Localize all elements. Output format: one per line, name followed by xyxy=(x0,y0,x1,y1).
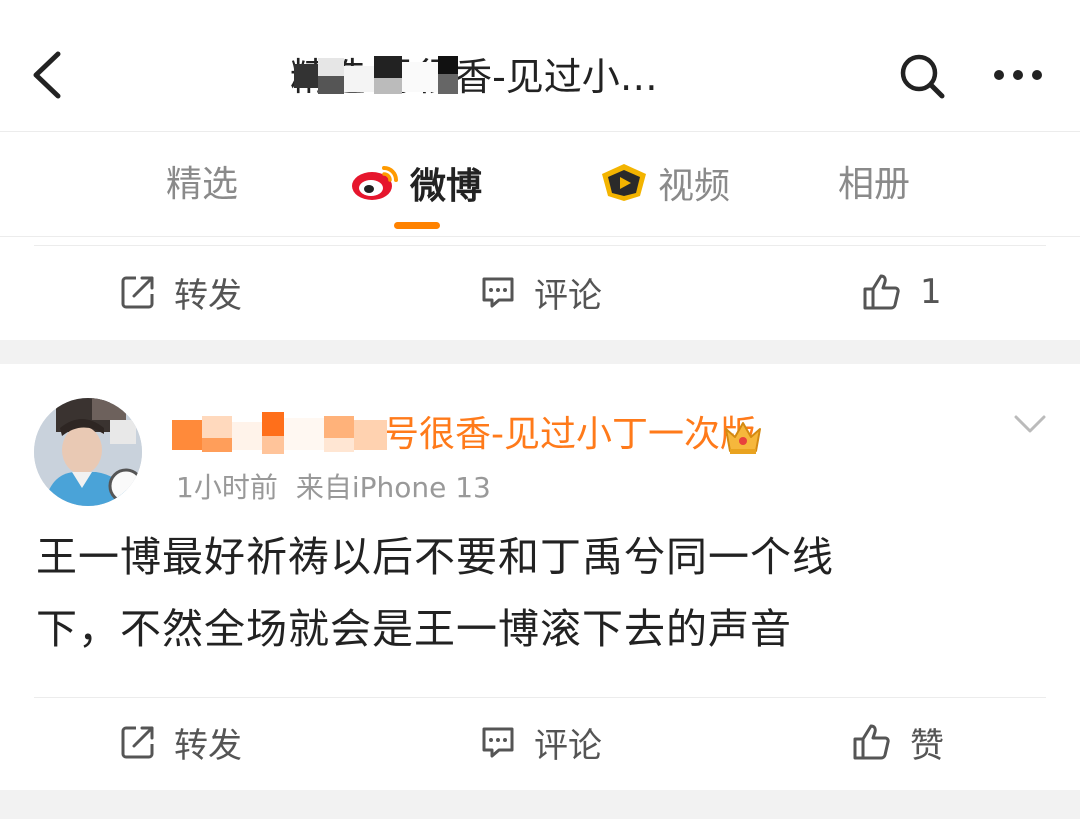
comment-label: 评论 xyxy=(534,725,602,766)
avatar[interactable] xyxy=(34,398,142,506)
chevron-down-icon[interactable] xyxy=(1012,412,1048,436)
comment-icon xyxy=(482,727,514,758)
back-arrow-icon[interactable] xyxy=(28,50,68,100)
comment-button[interactable]: 评论 xyxy=(480,718,602,766)
post-meta: 1小时前 来自iPhone 13 xyxy=(176,470,491,506)
tab-featured[interactable]: 精选 xyxy=(166,162,238,208)
repost-label: 转发 xyxy=(174,725,242,766)
thumbs-up-icon xyxy=(863,274,900,310)
prev-repost-button[interactable]: 转发 xyxy=(120,268,242,316)
prev-comment-label: 评论 xyxy=(534,275,602,316)
comment-icon xyxy=(482,277,514,308)
thumbs-up-icon xyxy=(853,724,890,760)
prev-like-count: 1 xyxy=(920,272,942,312)
prev-like-button[interactable]: 1 xyxy=(862,268,942,316)
more-options-icon[interactable] xyxy=(992,60,1044,90)
repost-icon xyxy=(121,726,154,759)
active-tab-indicator xyxy=(394,222,440,229)
feed-separator xyxy=(0,790,1080,819)
tab-bar: 精选 微博 视频 相册 xyxy=(0,131,1080,237)
tab-weibo-label: 微博 xyxy=(410,166,483,207)
row-divider xyxy=(34,245,1046,246)
tab-featured-label: 精选 xyxy=(166,164,239,205)
vip-crown-icon xyxy=(722,415,764,457)
post-time: 1小时前 xyxy=(176,471,278,504)
feed-separator xyxy=(0,340,1080,364)
post-body: 王一博最好祈祷以后不要和丁禹兮同一个线 下，不然全场就会是王一博滚下去的声音 xyxy=(36,534,1036,652)
tab-weibo[interactable]: 微博 xyxy=(350,162,482,208)
tab-video[interactable]: 视频 xyxy=(598,162,730,208)
prev-repost-label: 转发 xyxy=(174,275,242,316)
row-divider xyxy=(34,697,1046,698)
tab-album[interactable]: 相册 xyxy=(838,162,910,208)
prev-post-actions: 转发 评论 1 xyxy=(0,244,1080,340)
title-pixelation xyxy=(294,56,474,96)
username-pixelation xyxy=(172,412,387,456)
video-badge-icon xyxy=(598,162,650,214)
tab-album-label: 相册 xyxy=(838,164,911,205)
post-text-line: 下，不然全场就会是王一博滚下去的声音 xyxy=(36,605,792,653)
weibo-logo-icon xyxy=(350,162,402,214)
tab-video-label: 视频 xyxy=(658,166,731,207)
post-actions: 转发 评论 赞 xyxy=(0,694,1080,790)
post-text-line: 王一博最好祈祷以后不要和丁禹兮同一个线 xyxy=(36,533,834,581)
repost-icon xyxy=(121,276,154,309)
prev-comment-button[interactable]: 评论 xyxy=(480,268,602,316)
search-icon[interactable] xyxy=(898,52,946,100)
like-button[interactable]: 赞 xyxy=(852,718,944,766)
repost-button[interactable]: 转发 xyxy=(120,718,242,766)
like-label: 赞 xyxy=(910,725,944,766)
post-source: 来自iPhone 13 xyxy=(295,471,491,504)
